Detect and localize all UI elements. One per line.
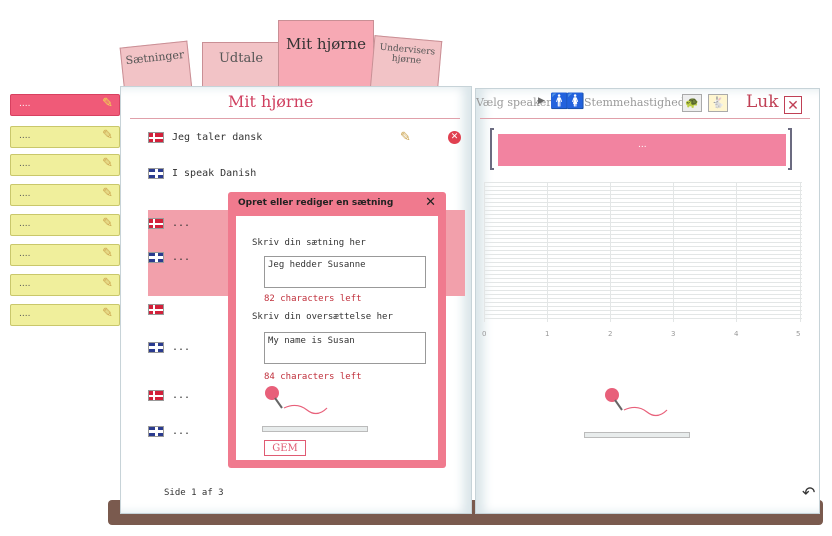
rabbit-icon[interactable]: 🐇: [708, 94, 728, 112]
x-tick: 0: [482, 330, 487, 338]
uk-flag-icon: [148, 426, 164, 437]
uk-flag-icon: [148, 168, 164, 179]
title-underline: [130, 118, 460, 119]
x-tick: 5: [796, 330, 801, 338]
translation-char-count: 84 characters left: [264, 372, 362, 382]
sidebar-note-7[interactable]: .... ✎: [10, 274, 120, 296]
close-x-icon[interactable]: ✕: [784, 96, 802, 114]
tab-mit-hjoerne-label: Mit hjørne: [285, 35, 366, 53]
x-tick: 4: [734, 330, 739, 338]
pencil-icon: ✎: [102, 156, 113, 171]
row-text: Jeg taler dansk: [172, 132, 263, 143]
sidebar-note-1[interactable]: .... ✎: [10, 94, 120, 116]
x-tick: 3: [671, 330, 676, 338]
sentence-display-bar: ...: [498, 134, 786, 166]
sentence-input[interactable]: Jeg hedder Susanne: [264, 256, 426, 288]
pencil-icon[interactable]: ✎: [400, 130, 411, 145]
speed-label: Stemmehastighed:: [584, 96, 689, 109]
row-text: ...: [172, 390, 191, 401]
danish-flag-icon: [148, 304, 164, 315]
note-label: ....: [19, 279, 31, 289]
note-label: ....: [19, 99, 31, 109]
microphone-icon[interactable]: [602, 386, 672, 418]
note-label: ....: [19, 219, 31, 229]
sidebar-note-2[interactable]: .... ✎: [10, 126, 120, 148]
dialog-body: Skriv din sætning her Jeg hedder Susanne…: [236, 216, 438, 460]
close-label[interactable]: Luk: [746, 92, 779, 112]
danish-flag-icon: [148, 132, 164, 143]
save-button[interactable]: GEM: [264, 440, 306, 456]
danish-flag-icon: [148, 390, 164, 401]
list-item[interactable]: I speak Danish: [148, 166, 468, 188]
sentence-display-text: ...: [638, 140, 647, 150]
row-text: ...: [172, 426, 191, 437]
dialog-title: Opret eller rediger en sætning: [238, 198, 394, 208]
x-tick: 2: [608, 330, 613, 338]
sentence-label: Skriv din sætning her: [252, 238, 366, 248]
sidebar-note-8[interactable]: .... ✎: [10, 304, 120, 326]
female-speaker-icon[interactable]: 🚺: [566, 92, 585, 110]
pencil-icon: ✎: [102, 96, 113, 111]
page-title: Mit hjørne: [228, 92, 314, 111]
waveform-grid: [484, 182, 802, 322]
delete-icon[interactable]: ✕: [448, 131, 461, 144]
note-label: ....: [19, 131, 31, 141]
note-label: ....: [19, 159, 31, 169]
sentence-char-count: 82 characters left: [264, 294, 362, 304]
row-text: I speak Danish: [172, 168, 257, 179]
recording-progress-bar: [262, 426, 368, 432]
pencil-icon: ✎: [102, 128, 113, 143]
pagination: Side 1 af 3: [164, 488, 224, 498]
uk-flag-icon: [148, 252, 164, 263]
left-bracket: [490, 128, 494, 170]
row-text: ...: [172, 342, 191, 353]
list-item[interactable]: Jeg taler dansk ✎ ✕: [148, 130, 468, 152]
note-label: ....: [19, 249, 31, 259]
playback-progress-bar: [584, 432, 690, 438]
translation-label: Skriv din oversættelse her: [252, 312, 393, 322]
sidebar-note-3[interactable]: .... ✎: [10, 154, 120, 176]
note-label: ....: [19, 189, 31, 199]
pencil-icon: ✎: [102, 276, 113, 291]
tab-saetninger-label: Sætninger: [124, 48, 185, 68]
edit-sentence-dialog: Opret eller rediger en sætning ✕ Skriv d…: [228, 192, 446, 468]
danish-flag-icon: [148, 218, 164, 229]
page-turn-icon[interactable]: ↶: [802, 484, 820, 502]
pencil-icon: ✎: [102, 246, 113, 261]
translation-input[interactable]: My name is Susan: [264, 332, 426, 364]
header-underline: [480, 118, 810, 119]
pencil-icon: ✎: [102, 306, 113, 321]
tab-udtale-label: Udtale: [218, 51, 264, 66]
turtle-icon[interactable]: 🐢: [682, 94, 702, 112]
x-tick: 1: [545, 330, 550, 338]
play-arrow-icon: ▶: [538, 96, 545, 106]
pencil-icon: ✎: [102, 186, 113, 201]
uk-flag-icon: [148, 342, 164, 353]
sidebar-note-4[interactable]: .... ✎: [10, 184, 120, 206]
row-text: ...: [172, 218, 191, 229]
note-label: ....: [19, 309, 31, 319]
microphone-icon[interactable]: [262, 384, 332, 416]
right-bracket: [788, 128, 792, 170]
row-text: ...: [172, 252, 191, 263]
sidebar-note-6[interactable]: .... ✎: [10, 244, 120, 266]
pencil-icon: ✎: [102, 216, 113, 231]
close-icon[interactable]: ✕: [425, 195, 436, 210]
sidebar-note-5[interactable]: .... ✎: [10, 214, 120, 236]
